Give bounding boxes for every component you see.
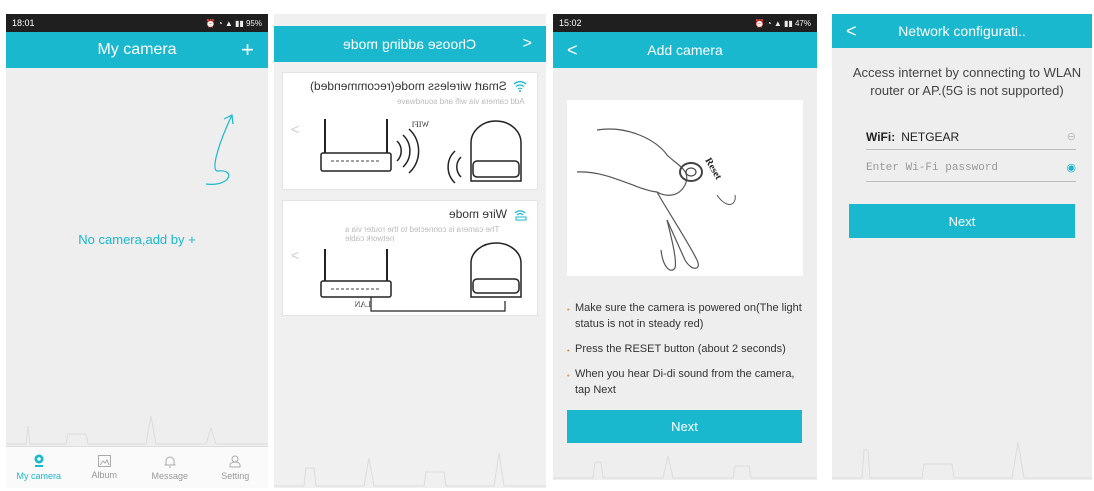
page-title: Add camera — [647, 42, 723, 58]
status-battery: ⏰ ◔ ▲ ▮▮ 95% — [205, 18, 262, 28]
camera-icon — [34, 454, 44, 467]
reset-label: Reset — [702, 156, 724, 182]
eye-icon[interactable]: ◉ — [1066, 161, 1076, 174]
wifi-password-input[interactable] — [866, 161, 1067, 174]
wifi-ssid-value: NETGEAR — [901, 129, 960, 144]
tab-message[interactable]: Message — [137, 447, 203, 488]
chevron-right-icon: > — [522, 35, 532, 52]
skyline-decoration — [274, 452, 546, 487]
chevron-left-icon: < — [291, 121, 300, 137]
chevron-left-icon: < — [846, 20, 857, 41]
skyline-decoration — [832, 441, 1092, 479]
bell-icon — [164, 456, 176, 467]
plus-icon: + — [241, 37, 254, 62]
wifi-mode-subtitle: Add camera via wifi and soundwave — [397, 97, 525, 106]
next-button[interactable]: Next — [849, 204, 1075, 238]
router-icon — [514, 209, 527, 220]
screen-add-camera: 15:02 ⏰ ◔ ▲ ▮▮ 47% < Add camera Reset Ma… — [553, 14, 817, 480]
screen-choose-adding-mode: Choose adding mode > Smart wireless mode… — [274, 14, 546, 488]
bottom-tab-bar: My camera Album Message Setting — [6, 446, 268, 488]
back-button[interactable]: < — [567, 32, 578, 68]
tab-my-camera[interactable]: My camera — [6, 447, 72, 488]
router-lan-label: LAN — [354, 300, 371, 309]
wifi-mode-title: Smart wireless mode(recommended) — [310, 79, 507, 93]
router-camera-illustration: WIFI — [320, 119, 522, 184]
screen-my-camera: 18:01 ⏰ ◔ ▲ ▮▮ 95% My camera + No camera… — [6, 14, 268, 488]
wire-mode-card[interactable]: Wire mode The camera is connected to the… — [282, 200, 538, 316]
image-icon — [97, 455, 111, 467]
wifi-label: WiFi: — [866, 129, 896, 144]
chevron-left-icon: < — [291, 247, 300, 263]
instruction-step: Press the RESET button (about 2 seconds) — [567, 341, 809, 360]
user-icon — [229, 455, 241, 467]
chevron-left-icon: < — [567, 39, 578, 60]
skyline-decoration — [553, 455, 817, 479]
search-icon[interactable]: ⊖ — [1067, 130, 1076, 143]
app-header: < Add camera — [553, 32, 817, 68]
back-button[interactable]: > — [523, 26, 532, 62]
tab-setting[interactable]: Setting — [203, 447, 269, 488]
page-title: Choose adding mode — [343, 36, 477, 52]
instruction-step: Make sure the camera is powered on(The l… — [567, 300, 809, 332]
app-header: My camera + — [6, 32, 268, 68]
instruction-list: Make sure the camera is powered on(The l… — [567, 300, 809, 407]
skyline-decoration — [6, 415, 268, 445]
app-header: Choose adding mode > — [274, 26, 546, 62]
app-header: < Network configurati.. — [832, 14, 1092, 48]
empty-state-text: No camera,add by + — [78, 232, 196, 247]
status-time: 15:02 — [559, 18, 582, 28]
smart-wireless-mode-card[interactable]: Smart wireless mode(recommended) Add cam… — [282, 72, 538, 190]
status-battery: ⏰ ◔ ▲ ▮▮ 47% — [754, 18, 811, 28]
reset-illustration: Reset — [567, 100, 803, 276]
wifi-ssid-row[interactable]: WiFi: NETGEAR ⊖ — [866, 124, 1076, 150]
status-time: 18:01 — [12, 18, 35, 28]
wired-router-camera-illustration: LAN — [320, 242, 522, 312]
router-wifi-label: WIFI — [411, 120, 429, 129]
page-title: Network configurati.. — [898, 23, 1026, 39]
wifi-icon — [513, 81, 527, 92]
hint-arrow-icon — [205, 114, 234, 185]
network-description: Access internet by connecting to WLAN ro… — [852, 65, 1082, 98]
next-button[interactable]: Next — [567, 410, 802, 443]
page-title: My camera — [97, 41, 177, 58]
status-bar: 15:02 ⏰ ◔ ▲ ▮▮ 47% — [553, 14, 817, 32]
back-button[interactable]: < — [846, 14, 857, 48]
instruction-step: When you hear Di-di sound from the camer… — [567, 366, 809, 398]
add-camera-button[interactable]: + — [241, 32, 254, 68]
wire-mode-title: Wire mode — [448, 207, 507, 221]
tab-album[interactable]: Album — [72, 447, 138, 488]
screen-network-configuration: < Network configurati.. Access internet … — [832, 14, 1092, 480]
wifi-password-row: ◉ — [866, 154, 1076, 182]
status-bar: 18:01 ⏰ ◔ ▲ ▮▮ 95% — [6, 14, 268, 32]
